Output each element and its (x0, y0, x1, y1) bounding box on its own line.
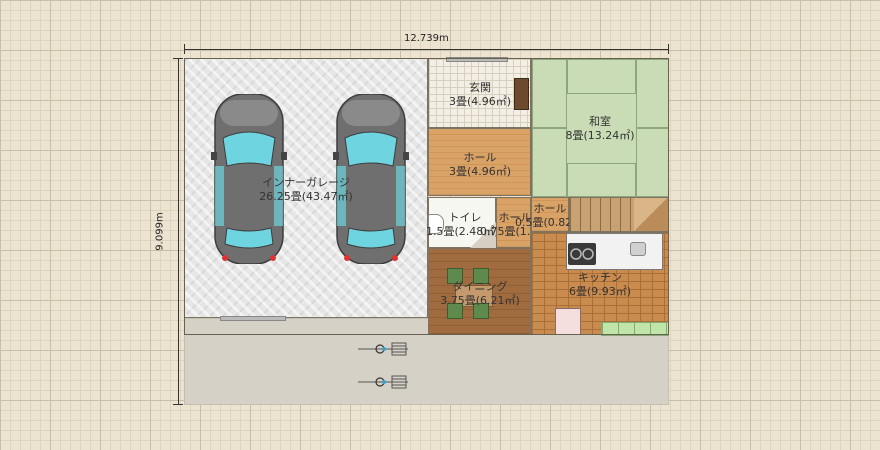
dining-size-label: 3.75畳(6.21㎡) (440, 294, 520, 307)
kitchen-name-label: キッチン (578, 271, 622, 284)
stair-landing (634, 198, 668, 231)
height-dimension-label: 9.099m (154, 212, 166, 251)
washitsu-name-label: 和室 (589, 115, 611, 128)
entrance-size-label: 3畳(4.96㎡) (448, 95, 512, 108)
bicycle-icon[interactable] (358, 341, 414, 360)
width-dimension-line (184, 49, 669, 50)
tatami-mat (567, 59, 636, 94)
entrance-name-label: 玄関 (469, 81, 491, 94)
hall1-size-label: 3畳(4.96㎡) (448, 165, 512, 178)
stove-icon[interactable] (568, 243, 596, 265)
width-dimension-tick-left (184, 44, 185, 54)
hall3-name-label: ホール (533, 202, 567, 215)
kitchen-size-label: 6畳(9.93㎡) (568, 285, 632, 298)
sink-icon[interactable] (630, 242, 646, 256)
kitchen-cabinets[interactable] (601, 322, 669, 336)
height-dimension-tick-top (173, 58, 183, 59)
bicycle-icon[interactable] (358, 374, 414, 393)
tatami-mat (567, 163, 636, 197)
hall1-name-label: ホール (463, 151, 497, 164)
toilet-name-label: トイレ (448, 211, 482, 224)
height-dimension-tick-bottom (173, 404, 183, 405)
garage-name-label: インナーガレージ (262, 176, 350, 189)
garage-door[interactable] (220, 316, 286, 321)
width-dimension-tick-right (668, 44, 669, 54)
entrance-door[interactable] (446, 57, 508, 62)
dining-name-label: ダイニング (452, 280, 508, 293)
garage-size-label: 26.25畳(43.47㎡) (259, 190, 353, 203)
washitsu-size-label: 8畳(13.24㎡) (565, 129, 635, 142)
width-dimension-label: 12.739m (404, 33, 449, 44)
height-dimension-line (178, 58, 179, 405)
fridge-icon[interactable] (555, 308, 581, 335)
